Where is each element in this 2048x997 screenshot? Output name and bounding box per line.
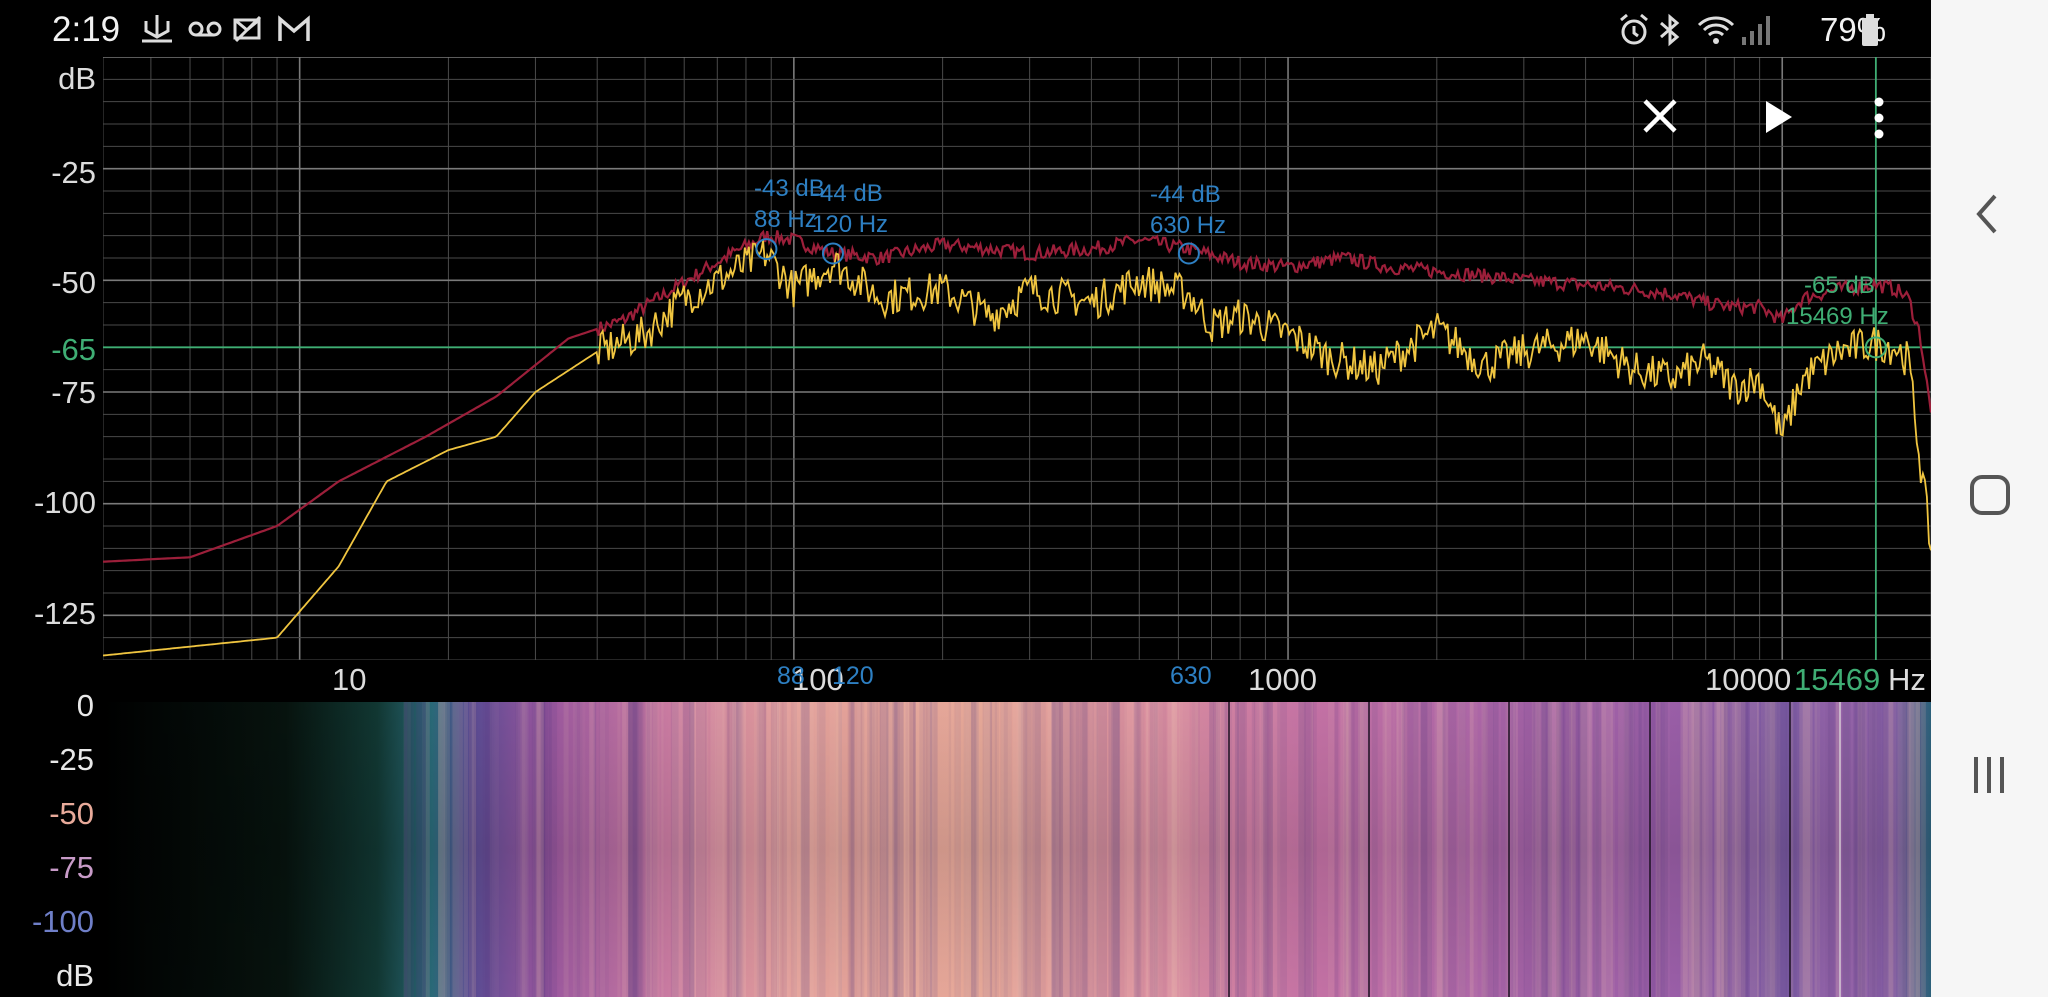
home-icon[interactable] <box>1931 450 2048 540</box>
cursor-x-label: 15469 <box>1792 662 1883 698</box>
no-data-icon <box>233 15 262 43</box>
cursor-y-label: -65 <box>51 332 96 367</box>
peak-hz: 120 Hz <box>812 211 889 238</box>
play-icon[interactable] <box>1760 98 1796 136</box>
recents-icon[interactable] <box>1931 730 2048 820</box>
more-vert-icon[interactable] <box>1864 96 1894 140</box>
peak-x-tick: 88 <box>777 662 805 690</box>
spectrum-y-tick: -100 <box>33 485 96 520</box>
voicemail-icon <box>188 21 222 37</box>
peak-label-630: -44 dB 630 Hz <box>1150 179 1226 241</box>
gmail-icon <box>278 15 310 41</box>
status-bar: 2:19 79% <box>0 0 1931 58</box>
x-tick: 10 <box>332 662 367 697</box>
peak-x-tick: 120 <box>832 662 874 690</box>
close-icon[interactable] <box>1640 96 1680 136</box>
spectrogram-y-tick: -25 <box>49 742 94 777</box>
peak-x-tick: 630 <box>1170 662 1212 690</box>
battery-icon <box>1862 14 1878 46</box>
cursor-label: -65 dB 15469 Hz <box>1786 270 1889 332</box>
signal-icon <box>1742 16 1770 45</box>
spectrogram-y-tick: -75 <box>49 850 94 885</box>
usb-debug-icon <box>142 15 172 43</box>
bluetooth-icon <box>1660 13 1680 47</box>
cursor-hz: 15469 Hz <box>1786 303 1889 330</box>
peak-hz: 630 Hz <box>1150 212 1227 239</box>
spectrum-y-unit: dB <box>58 61 96 96</box>
spectrogram-y-tick: 0 <box>76 688 94 723</box>
x-tick: 10000 <box>1705 662 1792 697</box>
x-tick: 1000 <box>1248 662 1317 697</box>
wifi-icon <box>1697 16 1735 44</box>
analyzer-screen: 2:19 79% dB -25 -50 -65 -75 -100 -125 -4… <box>0 0 1931 997</box>
spectrum-y-tick: -50 <box>51 265 96 300</box>
status-time: 2:19 <box>52 10 121 49</box>
spectrum-y-tick: -125 <box>33 596 96 631</box>
alarm-icon <box>1620 13 1648 45</box>
cursor-db: -65 dB <box>1804 272 1875 299</box>
spectrogram-y-tick: -50 <box>49 796 94 831</box>
peak-label-120: -44 dB 120 Hz <box>812 178 888 240</box>
back-icon[interactable] <box>1931 170 2048 260</box>
spectrum-y-tick: -75 <box>51 375 96 410</box>
peak-db: -44 dB <box>812 180 883 207</box>
spectrogram[interactable] <box>103 702 1931 997</box>
spectrum-plot[interactable] <box>103 57 1931 660</box>
spectrogram-y-tick: -100 <box>31 904 94 939</box>
peak-db: -44 dB <box>1150 181 1221 208</box>
x-unit: Hz <box>1888 662 1926 697</box>
spectrum-y-tick: -25 <box>51 155 96 190</box>
navigation-bar <box>1931 0 2048 997</box>
spectrogram-y-unit: dB <box>56 958 94 993</box>
